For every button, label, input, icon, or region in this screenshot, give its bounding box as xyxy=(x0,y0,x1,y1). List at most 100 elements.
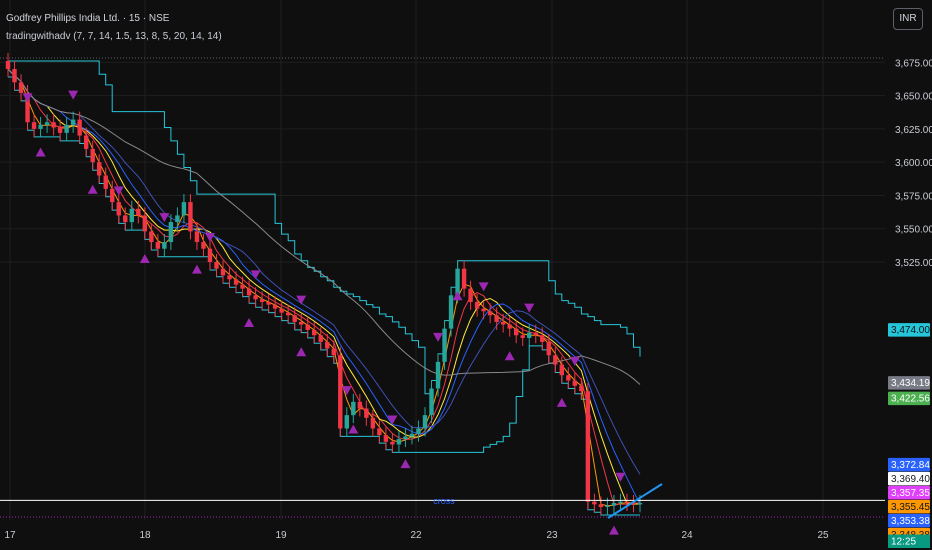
candle-body xyxy=(149,231,154,243)
candle-body xyxy=(357,401,363,409)
price-tick-label: 3,575.00 xyxy=(895,191,932,202)
candle-body xyxy=(44,122,50,125)
candle-body xyxy=(207,248,213,263)
price-badge-label: 3,353.38 xyxy=(891,516,930,527)
candle-body xyxy=(31,122,37,129)
candle-body xyxy=(514,328,519,336)
candle-body xyxy=(442,328,447,362)
time-tick-label: 17 xyxy=(4,530,16,541)
candle-body xyxy=(618,501,623,504)
price-badge-label: 12:25 xyxy=(891,537,916,548)
candle-body xyxy=(585,391,591,502)
price-badge-label: 3,355.45 xyxy=(891,502,930,513)
candle-body xyxy=(598,504,604,508)
candle-body xyxy=(136,208,141,216)
price-badge-label: 3,422.56 xyxy=(891,394,930,405)
candle-body xyxy=(292,315,297,322)
candle-body xyxy=(579,385,584,392)
candle-body xyxy=(403,436,408,440)
candle-body xyxy=(18,82,24,93)
candle-body xyxy=(12,68,17,83)
candle-body xyxy=(325,341,330,349)
candle-body xyxy=(5,60,11,69)
candle-body xyxy=(77,119,82,136)
candle-body xyxy=(377,428,382,436)
candle-body xyxy=(70,119,76,125)
chart-window[interactable]: cross 3,675.00 3,650.00 3,625.00 3,600.00 3,… xyxy=(0,0,932,550)
price-badge-label: 3,434.19 xyxy=(891,378,930,389)
price-badge-label: 3,357.35 xyxy=(891,488,930,499)
candle-body xyxy=(64,124,69,133)
price-badge-label: 3,372.84 xyxy=(891,460,930,471)
candle-body xyxy=(97,162,102,176)
price-tick-label: 3,625.00 xyxy=(895,125,932,136)
candle-body xyxy=(259,299,265,302)
candle-body xyxy=(605,505,610,508)
candle-body xyxy=(546,341,551,356)
candle-body xyxy=(246,288,252,296)
candle-body xyxy=(181,202,187,216)
chart-canvas[interactable]: cross 3,675.00 3,650.00 3,625.00 3,600.00 3,… xyxy=(0,0,932,550)
candle-body xyxy=(390,441,395,445)
candle-body xyxy=(611,503,617,506)
candle-body xyxy=(168,222,174,243)
candle-body xyxy=(396,439,402,445)
candle-body xyxy=(129,208,134,223)
candle-body xyxy=(194,231,200,243)
candle-body xyxy=(142,215,148,232)
candle-body xyxy=(266,301,271,305)
candle-body xyxy=(233,279,239,285)
candle-body xyxy=(162,242,167,249)
candle-body xyxy=(214,262,219,269)
candle-body xyxy=(318,335,323,342)
candle-body xyxy=(533,332,538,336)
candle-body xyxy=(312,329,317,336)
price-tick-label: 3,525.00 xyxy=(895,258,932,269)
candle-body xyxy=(507,324,512,329)
indicator-legend[interactable]: tradingwithadv (7, 7, 14, 1.5, 13, 8, 5,… xyxy=(6,30,222,44)
candle-body xyxy=(305,324,310,330)
cross-label: cross xyxy=(433,496,455,506)
candle-body xyxy=(344,415,350,429)
candle-body xyxy=(51,122,56,128)
candle-body xyxy=(409,433,415,437)
candle-body xyxy=(500,321,506,325)
price-badge-label: 3,369.40 xyxy=(891,474,930,485)
candle-body xyxy=(435,361,441,389)
candle-body xyxy=(468,288,473,302)
price-badge-label: 3,474.00 xyxy=(891,325,930,336)
time-tick-label: 23 xyxy=(546,530,558,541)
candle-body xyxy=(566,375,571,381)
candle-body xyxy=(370,417,376,429)
candle-body xyxy=(429,388,434,416)
symbol-title[interactable]: Godfrey Phillips India Ltd. · 15 · NSE xyxy=(6,12,222,26)
candle-body xyxy=(240,284,245,289)
currency-button[interactable]: INR xyxy=(893,8,923,30)
candle-body xyxy=(624,501,630,504)
time-tick-label: 24 xyxy=(681,530,693,541)
candle-body xyxy=(110,188,115,203)
candle-body xyxy=(155,242,161,249)
time-tick-label: 19 xyxy=(275,530,287,541)
candle-body xyxy=(637,503,643,505)
time-tick-label: 25 xyxy=(817,530,829,541)
candle-body xyxy=(487,311,493,316)
candle-body xyxy=(83,135,89,149)
price-tick-label: 3,600.00 xyxy=(895,158,932,169)
candle-body xyxy=(481,308,486,312)
price-tick-label: 3,550.00 xyxy=(895,225,932,236)
candle-body xyxy=(57,127,63,133)
candle-body xyxy=(572,380,578,386)
candle-body xyxy=(220,268,226,276)
candle-body xyxy=(116,202,121,216)
candle-body xyxy=(559,364,565,376)
candle-body xyxy=(422,415,428,429)
candle-body xyxy=(540,335,545,342)
candle-body xyxy=(201,242,206,249)
candle-body xyxy=(298,321,304,325)
chart-legend: Godfrey Phillips India Ltd. · 15 · NSE t… xyxy=(6,12,222,44)
candle-body xyxy=(279,308,284,313)
candle-body xyxy=(285,312,291,316)
candle-body xyxy=(416,428,421,434)
candle-body xyxy=(383,435,389,442)
